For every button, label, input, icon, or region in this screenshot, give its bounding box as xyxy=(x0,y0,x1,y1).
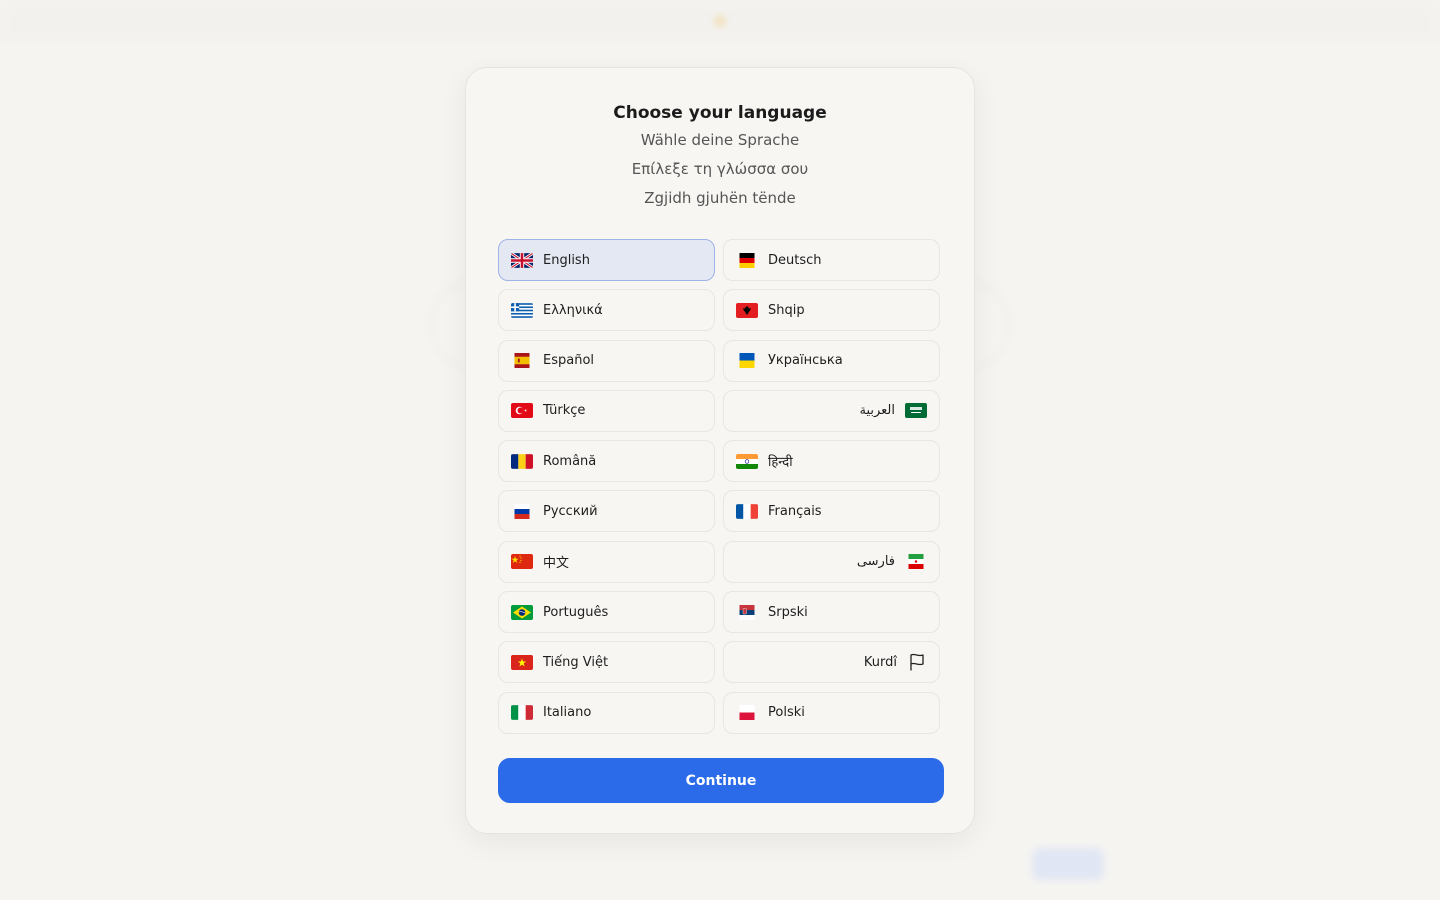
announcement-banner xyxy=(0,0,1440,42)
language-option-shqip[interactable]: Shqip xyxy=(723,289,940,332)
language-option-farsi[interactable]: فارسی xyxy=(723,540,940,583)
flag-gr-icon xyxy=(511,302,533,318)
flag-al-icon xyxy=(736,302,758,318)
flag-de-icon xyxy=(736,252,758,268)
flag-vn-icon xyxy=(511,654,533,670)
language-modal: Choose your language Wähle deine Sprache… xyxy=(465,67,975,834)
language-grid: English Deutsch Ελληνικά Shqip Español У… xyxy=(498,239,940,734)
banner-dot-icon xyxy=(715,16,725,26)
language-label: Kurdî xyxy=(863,654,897,670)
language-label: Polski xyxy=(768,705,805,721)
flag-ir-icon xyxy=(905,554,927,570)
flag-pl-icon xyxy=(736,705,758,721)
continue-button[interactable]: Continue xyxy=(498,758,944,803)
language-option-ukrainian[interactable]: Українська xyxy=(723,339,940,382)
flag-fr-icon xyxy=(736,504,758,519)
language-label: فارسی xyxy=(856,554,895,570)
language-option-francais[interactable]: Français xyxy=(723,490,940,533)
language-option-vietnamese[interactable]: Tiếng Việt xyxy=(498,641,715,684)
modal-header: Choose your language Wähle deine Sprache… xyxy=(466,100,974,213)
language-label: Français xyxy=(768,503,822,519)
language-label: Tiếng Việt xyxy=(543,654,609,670)
flag-it-icon xyxy=(511,705,533,721)
cookie-accept-button xyxy=(1032,848,1104,880)
language-option-srpski[interactable]: Srpski xyxy=(723,591,940,634)
language-option-russian[interactable]: Русский xyxy=(498,490,715,533)
language-label: Deutsch xyxy=(768,252,822,268)
flag-ua-icon xyxy=(736,353,758,369)
language-label: Português xyxy=(543,604,609,620)
language-label: Italiano xyxy=(543,705,592,721)
modal-title: Choose your language xyxy=(613,103,827,123)
language-label: Ελληνικά xyxy=(543,302,603,318)
language-label: Español xyxy=(543,353,595,369)
language-option-greek[interactable]: Ελληνικά xyxy=(498,289,715,332)
language-label: Shqip xyxy=(768,302,805,318)
modal-subtitle-de: Wähle deine Sprache xyxy=(640,131,800,149)
language-option-italiano[interactable]: Italiano xyxy=(498,691,715,734)
language-option-espanol[interactable]: Español xyxy=(498,339,715,382)
language-option-turkce[interactable]: Türkçe xyxy=(498,389,715,432)
flag-rs-icon xyxy=(736,604,758,620)
flag-es-icon xyxy=(511,353,533,369)
language-label: Русский xyxy=(543,503,598,519)
language-option-hindi[interactable]: हिन्दी xyxy=(723,440,940,483)
modal-subtitle-sq: Zgjidh gjuhën tënde xyxy=(644,189,796,207)
flag-cn-icon xyxy=(511,554,533,570)
language-label: English xyxy=(543,252,590,268)
flag-ro-icon xyxy=(511,453,533,469)
modal-subtitle-el: Επίλεξε τη γλώσσα σου xyxy=(631,160,809,178)
flag-ru-icon xyxy=(511,503,533,519)
language-option-polski[interactable]: Polski xyxy=(723,691,940,734)
language-label: Română xyxy=(543,453,597,469)
language-label: हिन्दी xyxy=(768,455,793,471)
language-option-romana[interactable]: Română xyxy=(498,440,715,483)
flag-gb-icon xyxy=(511,252,533,268)
language-option-portugues[interactable]: Português xyxy=(498,591,715,634)
flag-sa-icon xyxy=(905,403,927,419)
language-option-deutsch[interactable]: Deutsch xyxy=(723,239,940,281)
language-option-arabic[interactable]: العربية xyxy=(723,389,940,432)
flag-outline-icon xyxy=(907,652,927,672)
flag-br-icon xyxy=(511,604,533,620)
language-option-english[interactable]: English xyxy=(498,239,715,281)
language-label: العربية xyxy=(859,403,895,419)
language-label: 中文 xyxy=(543,556,570,572)
language-label: Türkçe xyxy=(543,403,586,419)
language-label: Srpski xyxy=(768,604,808,620)
flag-tr-icon xyxy=(511,403,533,419)
language-option-kurdi[interactable]: Kurdî xyxy=(723,641,940,684)
language-option-chinese[interactable]: 中文 xyxy=(498,540,715,583)
language-label: Українська xyxy=(768,353,843,369)
flag-in-icon xyxy=(736,453,758,469)
